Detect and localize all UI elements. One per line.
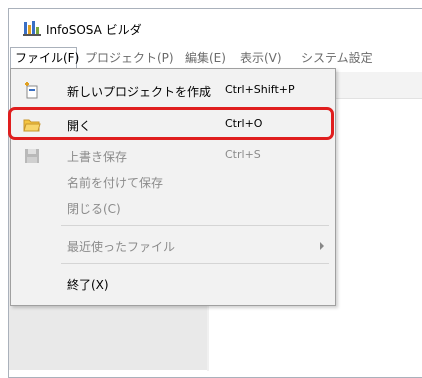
menu-item-label: 閉じる(C) (67, 202, 121, 216)
app-logo-icon (23, 21, 41, 36)
menu-view[interactable]: 表示(V) (240, 47, 282, 69)
menu-item-label: 名前を付けて保存 (67, 176, 164, 190)
menu-system-settings[interactable]: システム設定 (301, 47, 373, 69)
menu-item-shortcut: Ctrl+S (225, 148, 261, 161)
menu-separator (61, 263, 329, 264)
window-title: InfoSOSA ビルダ (46, 23, 142, 37)
file-menu-dropdown: 新しいプロジェクトを作成 Ctrl+Shift+P 開く Ctrl+O 上書き保… (10, 68, 336, 306)
menu-item-label: 新しいプロジェクトを作成 (67, 85, 212, 99)
title-bar: InfoSOSA ビルダ (9, 9, 422, 47)
highlight-callout (8, 107, 334, 140)
menu-item-recent-files: 最近使ったファイル (11, 233, 335, 258)
menu-edit[interactable]: 編集(E) (185, 47, 226, 69)
menu-item-save-as: 名前を付けて保存 (11, 169, 335, 194)
menu-item-label: 上書き保存 (67, 150, 128, 164)
menu-item-close: 閉じる(C) (11, 195, 335, 220)
menu-item-label: 最近使ったファイル (67, 240, 176, 254)
menu-bar: ファイル(F) プロジェクト(P) 編集(E) 表示(V) システム設定 (9, 47, 422, 69)
menu-separator (61, 225, 329, 226)
menu-item-exit[interactable]: 終了(X) (11, 271, 335, 296)
menu-project[interactable]: プロジェクト(P) (85, 47, 174, 69)
menu-item-label: 終了(X) (67, 278, 109, 292)
menu-item-new-project[interactable]: 新しいプロジェクトを作成 Ctrl+Shift+P (11, 78, 335, 103)
new-project-icon (25, 82, 38, 99)
menu-file[interactable]: ファイル(F) (10, 47, 79, 69)
save-icon (25, 149, 39, 163)
menu-item-save: 上書き保存 Ctrl+S (11, 143, 335, 168)
submenu-arrow-icon (320, 242, 324, 250)
menu-item-shortcut: Ctrl+Shift+P (225, 83, 295, 96)
